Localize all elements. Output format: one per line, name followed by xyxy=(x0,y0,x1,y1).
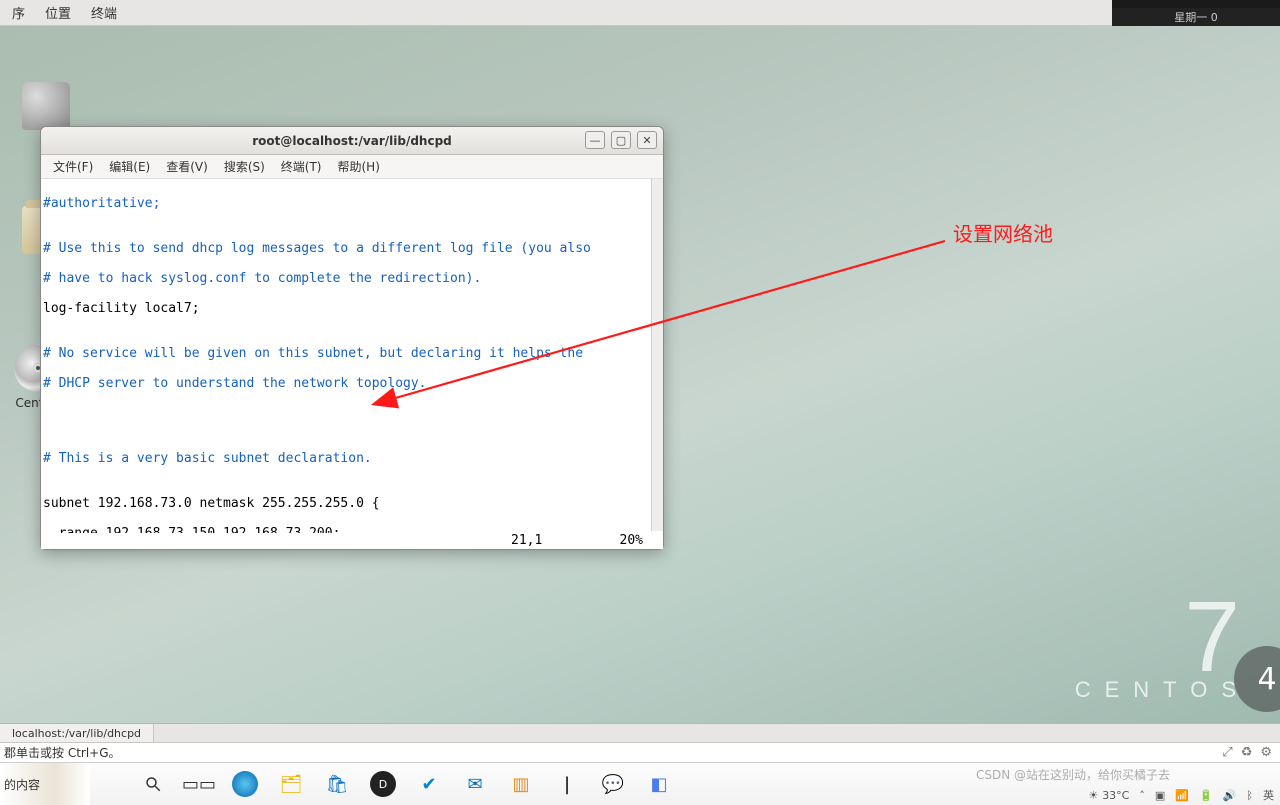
term-line: log-facility local7; xyxy=(43,301,661,316)
temperature-value: 33°C xyxy=(1102,789,1129,802)
annotation-text: 设置网络池 xyxy=(953,218,1053,247)
centos-branding: 7 CENTOS xyxy=(1075,597,1250,703)
menu-item-apps[interactable]: 序 xyxy=(2,3,35,22)
term-line: # This is a very basic subnet declaratio… xyxy=(43,451,661,466)
centos-word: CENTOS xyxy=(1075,677,1250,703)
tray-volume-icon[interactable]: 🔊 xyxy=(1223,789,1237,802)
todo-icon[interactable]: ✔ xyxy=(416,771,442,797)
content-label: 的内容 xyxy=(4,776,40,793)
panel-dark-strip xyxy=(1112,0,1280,8)
centos-version: 7 xyxy=(1075,597,1250,677)
term-line: # Use this to send dhcp log messages to … xyxy=(43,241,661,256)
menu-terminal[interactable]: 终端(T) xyxy=(273,158,330,175)
tray-chevron-up-icon[interactable]: ˄ xyxy=(1139,789,1145,802)
sun-icon: ☀ xyxy=(1088,789,1098,802)
window-buttons: — ▢ ✕ xyxy=(585,131,657,149)
close-icon: ✕ xyxy=(642,134,651,147)
csdn-watermark: CSDN @站在这别动，给你买橘子去 xyxy=(976,766,1170,783)
windows-taskbar: 的内容 ▭▭ 🗂 🛍 D ✔ ✉ ▥ | 💬 ◧ CSDN @站在这别动，给你买… xyxy=(0,763,1280,805)
vm-hint-text: 郡单击或按 Ctrl+G。 xyxy=(4,744,121,761)
window-titlebar[interactable]: root@localhost:/var/lib/dhcpd — ▢ ✕ xyxy=(41,127,663,155)
menu-edit[interactable]: 编辑(E) xyxy=(101,158,158,175)
menu-help[interactable]: 帮助(H) xyxy=(330,158,388,175)
menu-item-terminal[interactable]: 终端 xyxy=(81,3,127,22)
term-line: #authoritative; xyxy=(43,196,661,211)
tray-network-icon[interactable]: 📶 xyxy=(1175,789,1189,802)
status-pct: 20% xyxy=(601,533,651,549)
wechat-icon[interactable]: 💬 xyxy=(600,771,626,797)
minimize-button[interactable]: — xyxy=(585,131,605,149)
vmware-icon[interactable]: ▥ xyxy=(508,771,534,797)
terminal-menubar: 文件(F) 编辑(E) 查看(V) 搜索(S) 终端(T) 帮助(H) xyxy=(41,155,663,179)
desktop-menubar: 序 位置 终端 xyxy=(0,0,1280,26)
trash-icon xyxy=(22,82,70,130)
tray-bluetooth-icon[interactable]: ᛒ xyxy=(1246,789,1253,802)
panel-clock-label: 星期一 0 xyxy=(1174,9,1218,25)
mail-icon[interactable]: ✉ xyxy=(462,771,488,797)
app-icon[interactable]: ◧ xyxy=(646,771,672,797)
terminal-scrollbar[interactable] xyxy=(651,179,663,531)
recycle-icon[interactable]: ♻ xyxy=(1241,745,1253,760)
menu-item-places[interactable]: 位置 xyxy=(35,3,81,22)
taskbar-divider: | xyxy=(554,771,580,797)
status-pos: 21,1 xyxy=(511,533,601,549)
vm-hint-bar: 郡单击或按 Ctrl+G。 ⤢ ♻ ⚙ xyxy=(0,743,1280,763)
bottom-area: localhost:/var/lib/dhcpd 郡单击或按 Ctrl+G。 ⤢… xyxy=(0,723,1280,805)
tray-ime-label[interactable]: 英 xyxy=(1263,787,1274,803)
taskbar-tab-label: localhost:/var/lib/dhcpd xyxy=(12,727,141,740)
menu-file[interactable]: 文件(F) xyxy=(45,158,101,175)
close-button[interactable]: ✕ xyxy=(637,131,657,149)
weather-widget[interactable]: ☀ 33°C xyxy=(1088,789,1129,802)
store-icon[interactable]: 🛍 xyxy=(324,771,350,797)
term-line: # have to hack syslog.conf to complete t… xyxy=(43,271,661,286)
tools-icon[interactable]: ⚙ xyxy=(1260,745,1272,760)
gnome-taskbar: localhost:/var/lib/dhcpd xyxy=(0,723,1280,743)
expand-icon[interactable]: ⤢ xyxy=(1222,745,1232,760)
menu-search[interactable]: 搜索(S) xyxy=(216,158,273,175)
notification-badge-value: 4 xyxy=(1257,662,1276,697)
window-title: root@localhost:/var/lib/dhcpd xyxy=(41,134,663,148)
taskbar-tab-terminal[interactable]: localhost:/var/lib/dhcpd xyxy=(0,724,154,742)
tray-battery-icon[interactable]: 🔋 xyxy=(1199,789,1213,802)
term-line: subnet 192.168.73.0 netmask 255.255.255.… xyxy=(43,496,661,511)
file-explorer-icon[interactable]: 🗂 xyxy=(278,771,304,797)
term-line: # No service will be given on this subne… xyxy=(43,346,661,361)
minimize-icon: — xyxy=(590,134,601,147)
search-icon[interactable] xyxy=(140,771,166,797)
terminal-window: root@localhost:/var/lib/dhcpd — ▢ ✕ 文件(F… xyxy=(40,126,664,550)
terminal-body[interactable]: #authoritative; # Use this to send dhcp … xyxy=(41,179,663,549)
system-tray: ☀ 33°C ˄ ▣ 📶 🔋 🔊 ᛒ 英 xyxy=(1088,787,1274,803)
maximize-button[interactable]: ▢ xyxy=(611,131,631,149)
panel-clock: 星期一 0 xyxy=(1112,8,1280,26)
desktop[interactable]: 回 主 CentOS 7 CENTOS 4 root@localhost:/va… xyxy=(0,26,1280,723)
task-view-icon[interactable]: ▭▭ xyxy=(186,771,212,797)
term-line: # DHCP server to understand the network … xyxy=(43,376,661,391)
terminal-status: 21,1 20% xyxy=(41,533,651,549)
menu-view[interactable]: 查看(V) xyxy=(158,158,216,175)
dell-icon[interactable]: D xyxy=(370,771,396,797)
edge-icon[interactable] xyxy=(232,771,258,797)
maximize-icon: ▢ xyxy=(616,134,626,147)
tray-app-icon[interactable]: ▣ xyxy=(1155,789,1165,802)
